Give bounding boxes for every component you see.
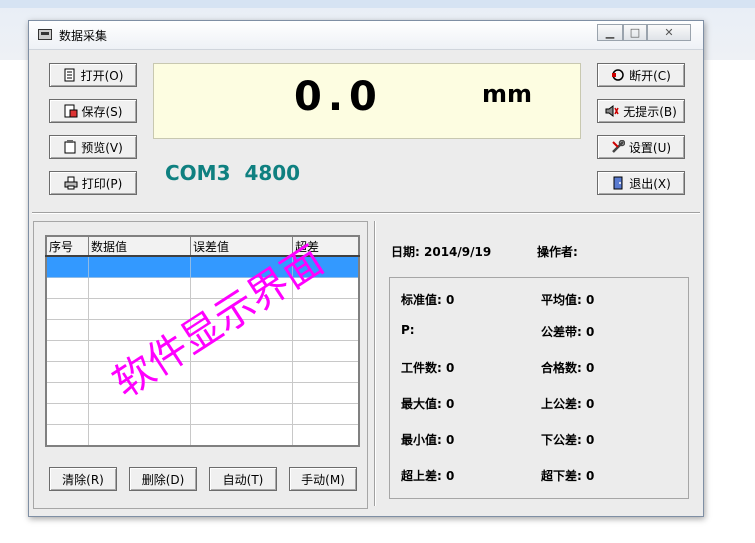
manual-label: 手动(M): [301, 472, 345, 487]
table-row[interactable]: [45, 361, 360, 383]
col-header-index[interactable]: 序号: [45, 235, 89, 257]
stat-count: 工件数: 0: [401, 359, 454, 376]
stat-count-value: 0: [446, 361, 455, 375]
mute-speaker-icon: [605, 104, 619, 118]
disconnect-button[interactable]: 断开(C): [597, 63, 685, 87]
exit-door-icon: [611, 176, 625, 190]
stat-upper-tolerance: 上公差: 0: [541, 395, 594, 412]
no-prompt-button[interactable]: 无提示(B): [597, 99, 685, 123]
date-value: 2014/9/19: [424, 245, 492, 259]
vertical-divider: [374, 221, 376, 506]
stat-max-label: 最大值:: [401, 397, 442, 411]
disconnect-label: 断开(C): [629, 68, 671, 83]
stat-max: 最大值: 0: [401, 395, 454, 412]
table-row[interactable]: [45, 424, 360, 447]
exit-label: 退出(X): [629, 176, 671, 191]
stat-tolerance-band-value: 0: [586, 325, 595, 339]
stat-average: 平均值: 0: [541, 291, 594, 308]
preview-label: 预览(V): [81, 140, 123, 155]
stat-max-value: 0: [446, 397, 455, 411]
delete-button[interactable]: 删除(D): [129, 467, 197, 491]
maximize-button[interactable]: □: [623, 24, 647, 41]
date-field: 日期: 2014/9/19: [391, 243, 491, 260]
tools-icon: [611, 139, 626, 154]
stat-lower-tolerance-label: 下公差:: [541, 433, 582, 447]
open-label: 打开(O): [80, 68, 124, 83]
reading-unit: mm: [482, 80, 533, 108]
minimize-button[interactable]: ▁: [597, 24, 623, 41]
desktop-top-strip: [0, 0, 755, 8]
col-header-value[interactable]: 数据值: [88, 235, 191, 257]
close-button[interactable]: ✕: [647, 24, 691, 41]
stat-upper-tolerance-value: 0: [586, 397, 595, 411]
title-bar[interactable]: 数据采集 ▁ □ ✕: [29, 21, 703, 50]
stat-tolerance-band-label: 公差带:: [541, 325, 582, 339]
open-file-icon: [63, 68, 77, 82]
stat-over-lower-label: 超下差:: [541, 469, 582, 483]
horizontal-divider: [32, 212, 700, 214]
clear-button[interactable]: 清除(R): [49, 467, 117, 491]
table-row[interactable]: [45, 382, 360, 404]
save-icon: [64, 104, 78, 118]
baud-rate: 4800: [244, 161, 301, 185]
window-title: 数据采集: [59, 29, 108, 43]
print-button[interactable]: 打印(P): [49, 171, 137, 195]
stat-standard-label: 标准值:: [401, 293, 442, 307]
settings-button[interactable]: 设置(U): [597, 135, 685, 159]
stat-average-value: 0: [586, 293, 595, 307]
preview-button[interactable]: 预览(V): [49, 135, 137, 159]
stat-over-upper-label: 超上差:: [401, 469, 442, 483]
stat-min: 最小值: 0: [401, 431, 454, 448]
manual-button[interactable]: 手动(M): [289, 467, 357, 491]
stat-p-label: P:: [401, 323, 415, 337]
print-label: 打印(P): [81, 176, 123, 191]
app-icon: [38, 29, 52, 40]
disconnect-icon: [611, 68, 625, 82]
stat-over-lower-value: 0: [586, 469, 595, 483]
stat-min-label: 最小值:: [401, 433, 442, 447]
stat-standard-value: 0: [446, 293, 455, 307]
stat-over-upper: 超上差: 0: [401, 467, 454, 484]
save-button[interactable]: 保存(S): [49, 99, 137, 123]
stat-pass-value: 0: [586, 361, 595, 375]
open-button[interactable]: 打开(O): [49, 63, 137, 87]
port-status: COM3 4800: [165, 161, 300, 185]
stat-lower-tolerance-value: 0: [586, 433, 595, 447]
stat-tolerance-band: 公差带: 0: [541, 323, 594, 340]
exit-button[interactable]: 退出(X): [597, 171, 685, 195]
table-row[interactable]: [45, 403, 360, 425]
preview-icon: [63, 140, 77, 154]
statistics-panel: [389, 277, 689, 499]
port-name: COM3: [165, 161, 231, 185]
stat-pass: 合格数: 0: [541, 359, 594, 376]
stat-over-upper-value: 0: [446, 469, 455, 483]
date-label: 日期:: [391, 245, 420, 259]
stat-min-value: 0: [446, 433, 455, 447]
printer-icon: [64, 176, 78, 190]
save-label: 保存(S): [81, 104, 123, 119]
settings-label: 设置(U): [628, 140, 672, 155]
stat-pass-label: 合格数:: [541, 361, 582, 375]
reading-value: 0.0: [294, 74, 383, 120]
operator-label: 操作者:: [537, 245, 578, 259]
clear-label: 清除(R): [62, 472, 104, 487]
no-prompt-label: 无提示(B): [623, 104, 677, 119]
measurement-display: 0.0 mm: [153, 63, 581, 139]
stat-count-label: 工件数:: [401, 361, 442, 375]
stat-lower-tolerance: 下公差: 0: [541, 431, 594, 448]
stat-standard: 标准值: 0: [401, 291, 454, 308]
auto-button[interactable]: 自动(T): [209, 467, 277, 491]
stat-over-lower: 超下差: 0: [541, 467, 594, 484]
delete-label: 删除(D): [141, 472, 185, 487]
data-acquisition-window: 数据采集 ▁ □ ✕ 打开(O) 保存(S) 预览(V) 打印(P) 0.0 m…: [28, 20, 704, 517]
auto-label: 自动(T): [222, 472, 264, 487]
stat-upper-tolerance-label: 上公差:: [541, 397, 582, 411]
stat-average-label: 平均值:: [541, 293, 582, 307]
